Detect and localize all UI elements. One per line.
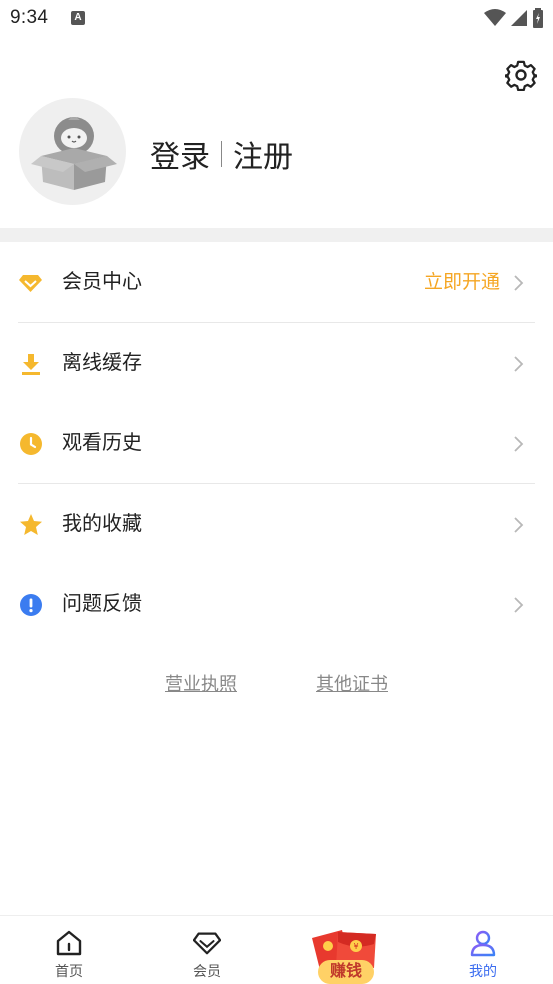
open-vip-link[interactable]: 立即开通: [424, 271, 500, 295]
chevron-right-icon: [514, 517, 524, 533]
gear-icon: [505, 60, 537, 91]
tab-home[interactable]: 首页: [0, 916, 138, 984]
menu-item-watch-history[interactable]: 观看历史: [0, 403, 553, 483]
avatar[interactable]: [19, 98, 126, 205]
menu-item-feedback[interactable]: 问题反馈: [0, 564, 553, 644]
auth-separator: [221, 141, 222, 167]
star-icon: [19, 513, 42, 536]
menu-item-label: 问题反馈: [62, 593, 142, 615]
menu-item-label: 我的收藏: [62, 513, 142, 535]
chevron-right-icon: [514, 597, 524, 613]
home-icon: [56, 930, 82, 956]
section-divider-band: [0, 228, 553, 242]
wifi-icon: [484, 9, 506, 26]
notification-a-icon: A: [71, 11, 85, 25]
astronaut-box-avatar-icon: [31, 117, 117, 190]
menu-item-offline-cache[interactable]: 离线缓存: [0, 323, 553, 403]
battery-icon: [533, 8, 543, 28]
signal-icon: [511, 10, 527, 26]
status-indicators: [484, 8, 544, 28]
menu-item-label: 观看历史: [62, 432, 142, 454]
menu-list: 会员中心 立即开通 离线缓存 观看历史 我的收藏 问题反馈: [0, 242, 553, 644]
diamond-outline-icon: [193, 932, 221, 955]
auth-links: 登录 注册: [150, 132, 293, 176]
diamond-icon: [19, 271, 42, 294]
tab-mine[interactable]: 我的: [414, 916, 552, 984]
menu-item-vip-center[interactable]: 会员中心 立即开通: [0, 242, 553, 322]
other-certificates-link[interactable]: 其他证书: [316, 670, 388, 696]
tab-label: 首页: [55, 963, 83, 979]
download-icon: [19, 352, 42, 375]
settings-button[interactable]: [503, 57, 539, 93]
tab-vip[interactable]: 会员: [138, 916, 276, 984]
register-link[interactable]: 注册: [233, 132, 293, 176]
login-link[interactable]: 登录: [150, 132, 210, 176]
license-links: 营业执照 其他证书: [0, 670, 553, 698]
exclamation-icon: [19, 593, 42, 616]
chevron-right-icon: [514, 275, 524, 291]
clock-icon: [19, 432, 42, 455]
menu-item-favorites[interactable]: 我的收藏: [0, 484, 553, 564]
status-time: 9:34: [10, 7, 49, 28]
menu-item-label: 离线缓存: [62, 352, 142, 374]
business-license-link[interactable]: 营业执照: [165, 670, 237, 696]
chevron-right-icon: [514, 356, 524, 372]
tab-label: 我的: [469, 963, 497, 979]
status-bar: 9:34 A: [0, 0, 553, 40]
person-icon: [470, 930, 496, 957]
svg-text:¥: ¥: [353, 942, 358, 951]
tab-earn-label[interactable]: 赚钱: [318, 960, 374, 984]
chevron-right-icon: [514, 436, 524, 452]
menu-item-label: 会员中心: [62, 271, 142, 293]
bottom-tab-bar: 首页 会员 ¥ 我的: [0, 915, 553, 984]
tab-label: 会员: [193, 963, 221, 979]
